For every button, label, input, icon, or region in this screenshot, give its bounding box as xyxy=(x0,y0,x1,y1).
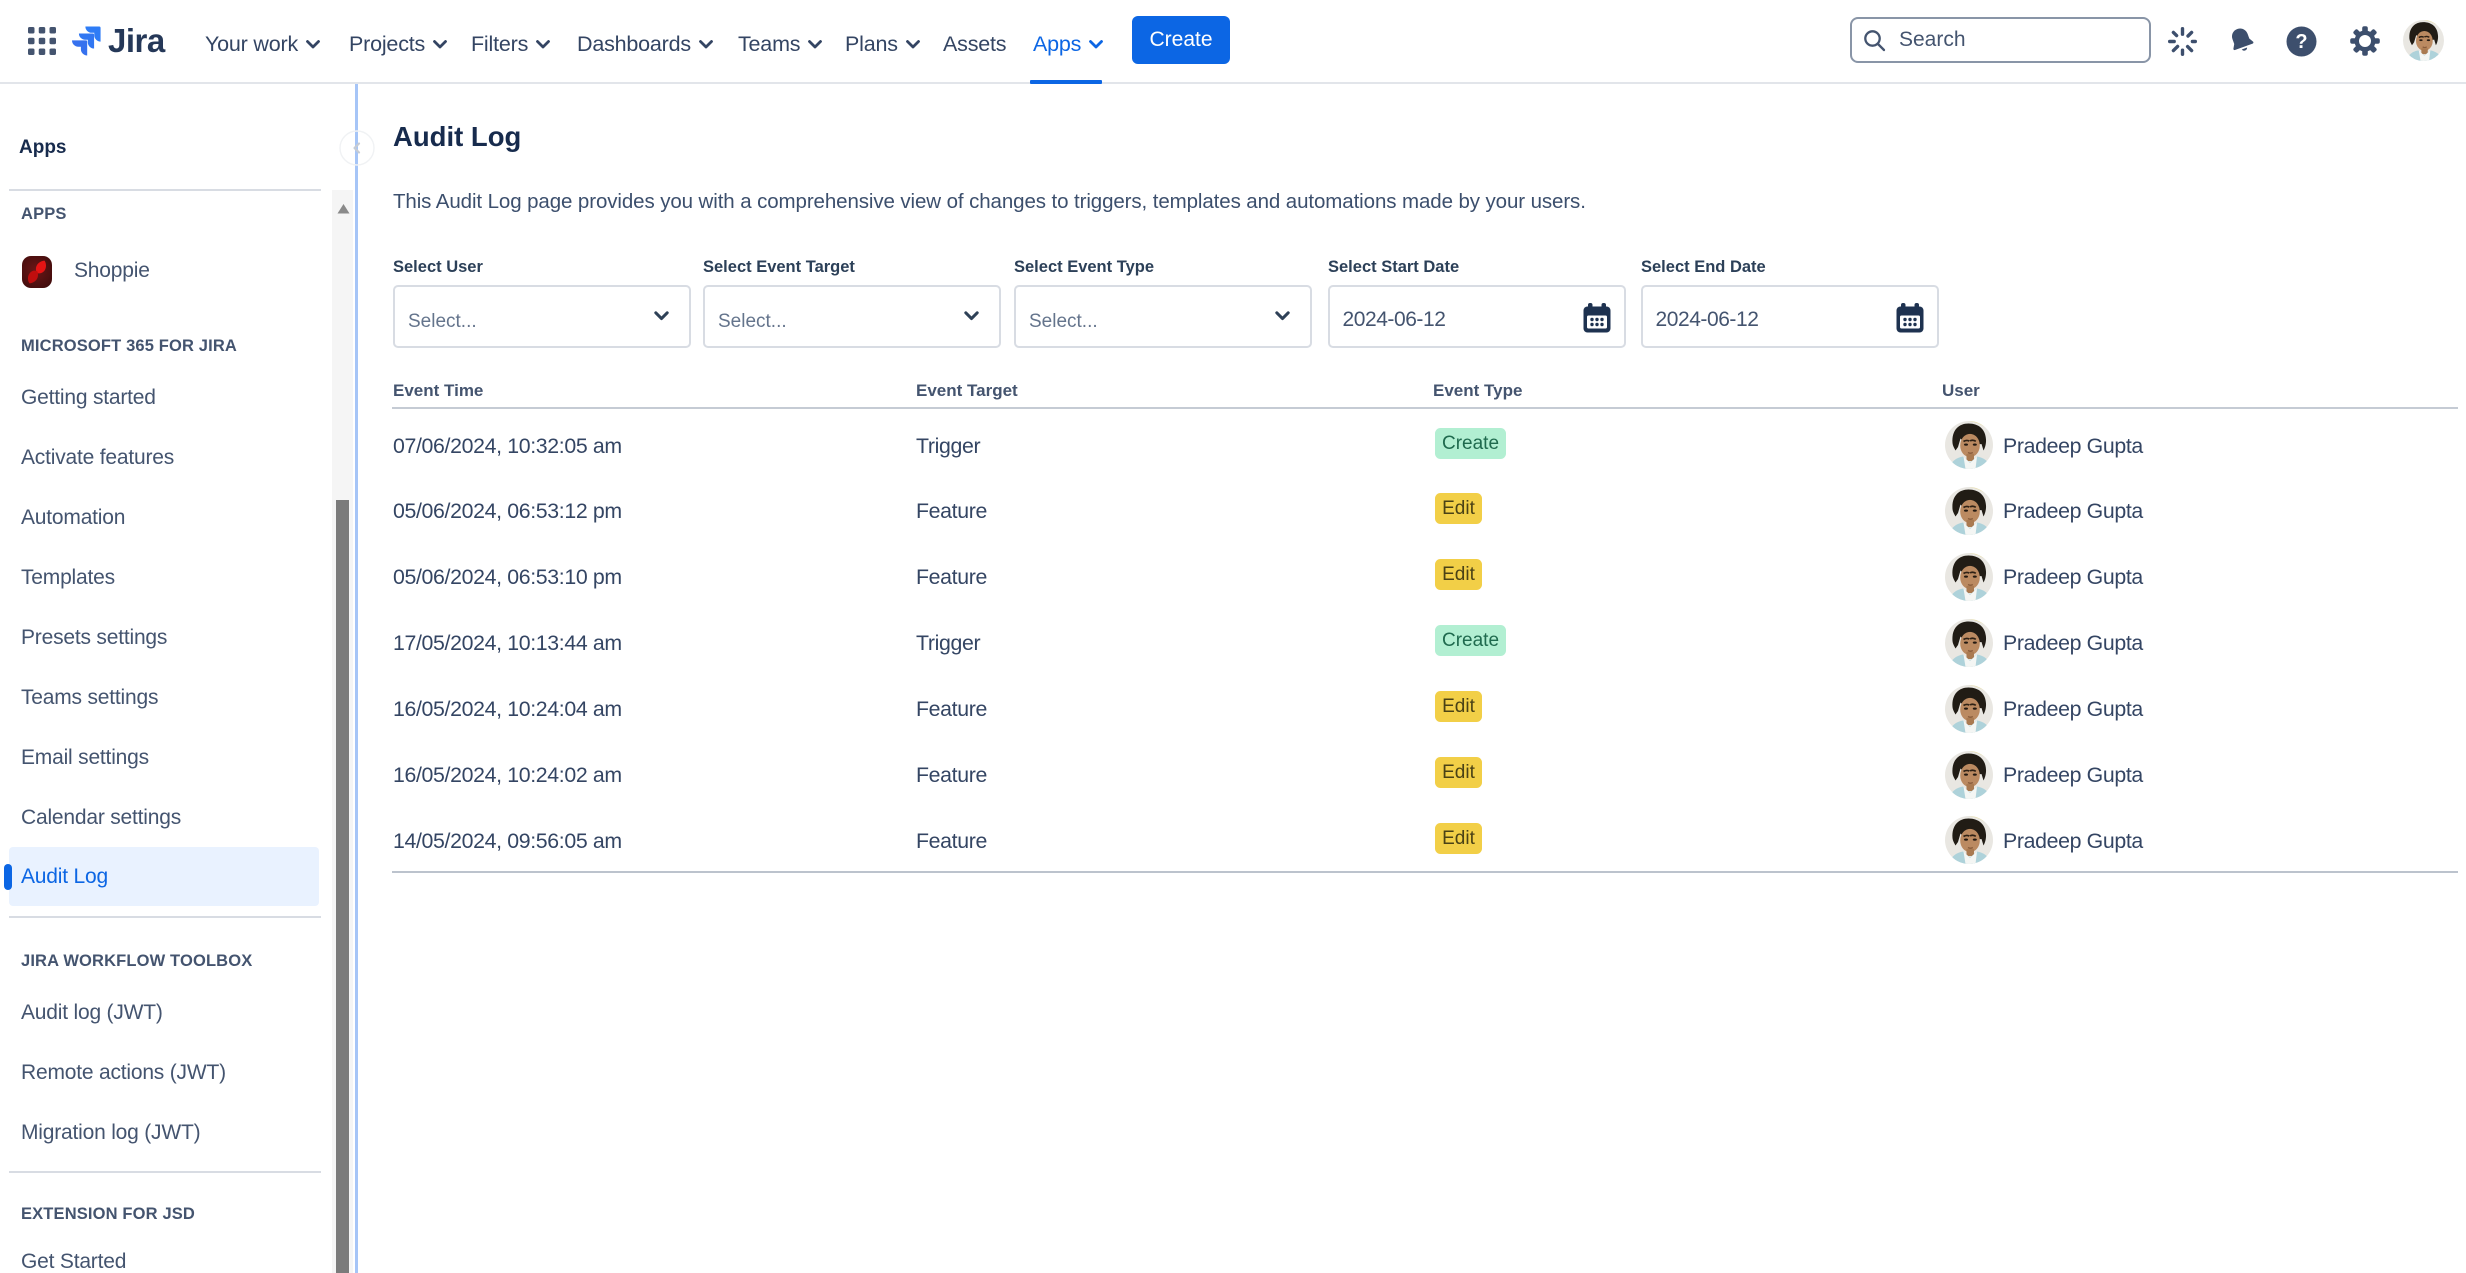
svg-text:?: ? xyxy=(2295,31,2307,53)
